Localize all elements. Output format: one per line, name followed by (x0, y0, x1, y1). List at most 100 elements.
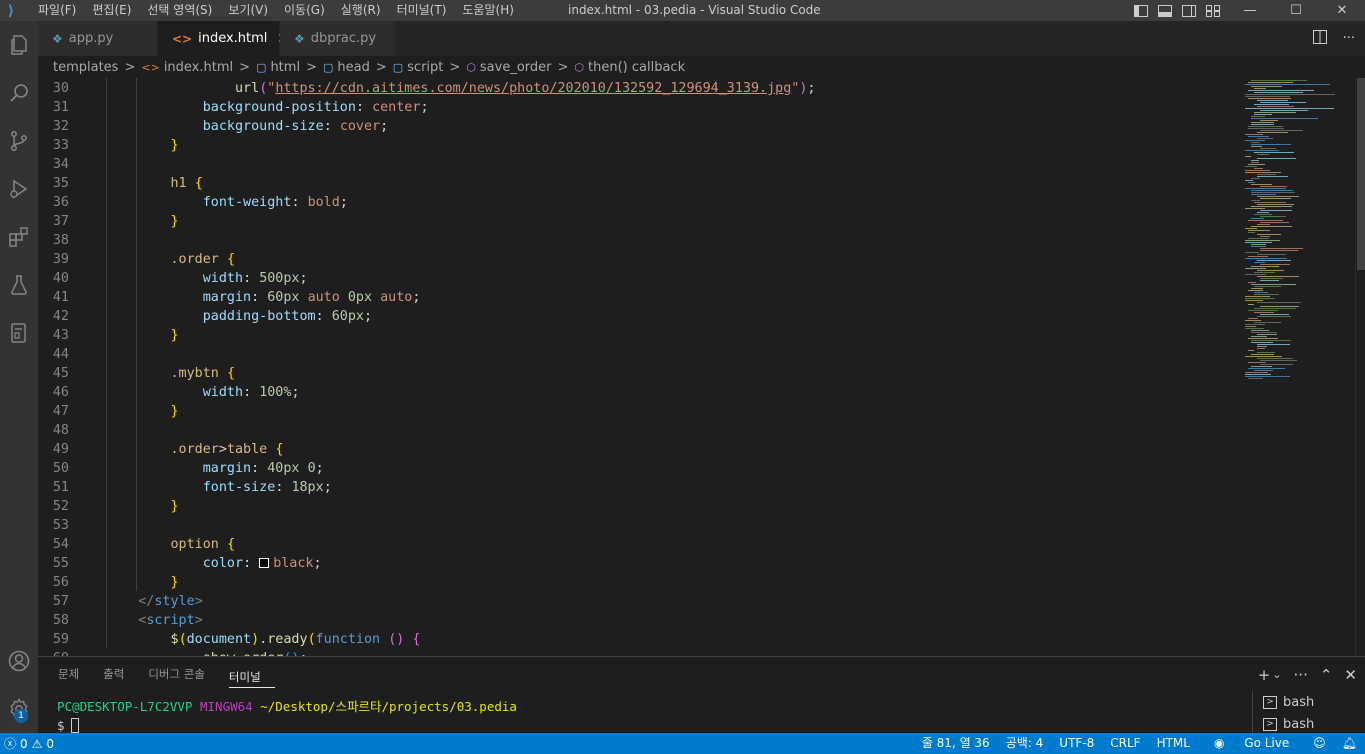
maximize-button[interactable]: ☐ (1273, 0, 1319, 21)
code-line[interactable]: 36 font-weight: bold; (38, 193, 1238, 212)
minimap-line (1245, 252, 1259, 253)
minimap[interactable] (1243, 78, 1355, 656)
code-line[interactable]: 57 </style> (38, 592, 1238, 611)
code-line[interactable]: 60 show_order(); (38, 649, 1238, 656)
menu-file[interactable]: 파일(F) (30, 0, 84, 21)
tab-index-html[interactable]: <> index.html ✕ (158, 21, 289, 56)
minimap-line (1248, 368, 1285, 369)
code-line[interactable]: 45 .mybtn { (38, 364, 1238, 383)
minimap-line (1260, 250, 1298, 251)
maximize-panel-icon[interactable]: ⌃ (1320, 666, 1333, 684)
code-line[interactable]: 58 <script> (38, 611, 1238, 630)
tab-problems[interactable]: 문제 (58, 657, 93, 692)
code-line[interactable]: 52 } (38, 497, 1238, 516)
code-line[interactable]: 39 .order { (38, 250, 1238, 269)
terminal-instance[interactable]: > bash (1253, 713, 1365, 735)
remote-explorer-icon[interactable] (0, 313, 38, 353)
code-text: option { (106, 535, 236, 554)
menu-view[interactable]: 보기(V) (220, 0, 276, 21)
notifications-bell-icon[interactable]: 🔔︎ (1334, 733, 1365, 754)
toggle-panel-icon[interactable] (1156, 4, 1174, 18)
code-line[interactable]: 34 (38, 155, 1238, 174)
code-line[interactable]: 37 } (38, 212, 1238, 231)
breadcrumb-save-order[interactable]: ⬡ save_order (466, 60, 551, 75)
close-panel-icon[interactable]: ✕ (1344, 666, 1357, 684)
breadcrumb-templates[interactable]: templates (53, 60, 118, 75)
customize-layout-icon[interactable] (1204, 4, 1222, 18)
editor-scrollbar[interactable] (1357, 78, 1365, 270)
code-text: </style> (106, 592, 203, 611)
tab-debug-console[interactable]: 디버그 콘솔 (148, 657, 219, 692)
more-actions-icon[interactable]: ··· (1343, 31, 1355, 46)
code-line[interactable]: 51 font-size: 18px; (38, 478, 1238, 497)
code-editor[interactable]: 30 url("https://cdn.aitimes.com/news/pho… (38, 78, 1365, 656)
code-line[interactable]: 55 color: black; (38, 554, 1238, 573)
menu-edit[interactable]: 편집(E) (84, 0, 139, 21)
code-line[interactable]: 43 } (38, 326, 1238, 345)
explorer-icon[interactable] (0, 25, 38, 65)
tab-dbprac-py[interactable]: ❖ dbprac.py (280, 21, 396, 56)
problems-indicator[interactable]: ⓧ 0 ⚠ 0 (0, 735, 54, 752)
breadcrumb-then-callback[interactable]: ⬡ then() callback (574, 60, 685, 75)
code-line[interactable]: 38 (38, 231, 1238, 250)
code-line[interactable]: 42 padding-bottom: 60px; (38, 307, 1238, 326)
search-icon[interactable] (0, 73, 38, 113)
code-line[interactable]: 31 background-position: center; (38, 98, 1238, 117)
feedback-icon[interactable]: ☺ (1305, 733, 1334, 754)
code-line[interactable]: 49 .order>table { (38, 440, 1238, 459)
code-line[interactable]: 59 $(document).ready(function () { (38, 630, 1238, 649)
code-line[interactable]: 32 background-size: cover; (38, 117, 1238, 136)
menu-go[interactable]: 이동(G) (276, 0, 333, 21)
code-line[interactable]: 41 margin: 60px auto 0px auto; (38, 288, 1238, 307)
terminal-dropdown-icon[interactable]: ⌄ (1272, 668, 1281, 681)
menu-terminal[interactable]: 터미널(T) (389, 0, 455, 21)
code-line[interactable]: 40 width: 500px; (38, 269, 1238, 288)
toggle-secondary-sidebar-icon[interactable] (1180, 4, 1198, 18)
minimap-line (1257, 138, 1273, 139)
extensions-icon[interactable] (0, 217, 38, 257)
menu-help[interactable]: 도움말(H) (454, 0, 522, 21)
code-line[interactable]: 53 (38, 516, 1238, 535)
indentation[interactable]: 공백: 4 (998, 733, 1052, 754)
split-editor-icon[interactable] (1312, 29, 1327, 48)
breadcrumb-script[interactable]: ▢ script (393, 60, 444, 75)
code-line[interactable]: 35 h1 { (38, 174, 1238, 193)
new-terminal-icon[interactable]: + (1258, 666, 1271, 684)
breadcrumb-html[interactable]: ▢ html (256, 60, 300, 75)
encoding[interactable]: UTF-8 (1051, 733, 1102, 754)
testing-icon[interactable] (0, 265, 38, 305)
breadcrumb-head[interactable]: ▢ head (323, 60, 370, 75)
close-window-button[interactable]: ✕ (1319, 0, 1365, 21)
code-line[interactable]: 48 (38, 421, 1238, 440)
terminal-output[interactable]: PC@DESKTOP-L7C2VVP MINGW64 ~/Desktop/스파르… (57, 697, 517, 735)
tab-app-py[interactable]: ❖ app.py (38, 21, 158, 56)
code-line[interactable]: 54 option { (38, 535, 1238, 554)
toggle-sidebar-icon[interactable] (1132, 4, 1150, 18)
end-of-line[interactable]: CRLF (1102, 733, 1148, 754)
minimize-button[interactable]: — (1227, 0, 1273, 21)
language-mode[interactable]: HTML (1149, 733, 1198, 754)
breadcrumb-index-html[interactable]: <> index.html (141, 60, 233, 75)
code-line[interactable]: 56 } (38, 573, 1238, 592)
code-line[interactable]: 47 } (38, 402, 1238, 421)
line-number: 55 (52, 556, 69, 571)
code-line[interactable]: 50 margin: 40px 0; (38, 459, 1238, 478)
account-icon[interactable] (0, 641, 38, 681)
more-icon[interactable]: ··· (1294, 666, 1308, 684)
code-line[interactable]: 30 url("https://cdn.aitimes.com/news/pho… (38, 79, 1238, 98)
source-control-icon[interactable] (0, 121, 38, 161)
terminal-instance[interactable]: > bash (1253, 691, 1365, 713)
color-swatch-icon[interactable] (259, 558, 270, 568)
cursor-position[interactable]: 줄 81, 열 36 (914, 733, 998, 754)
menu-selection[interactable]: 선택 영역(S) (139, 0, 220, 21)
code-line[interactable]: 44 (38, 345, 1238, 364)
code-line[interactable]: 33 } (38, 136, 1238, 155)
go-live-button[interactable]: ◉ Go Live (1198, 733, 1305, 754)
tab-terminal[interactable]: 터미널 (228, 661, 275, 688)
menu-run[interactable]: 실행(R) (333, 0, 389, 21)
tab-output[interactable]: 출력 (103, 657, 138, 692)
run-debug-icon[interactable] (0, 169, 38, 209)
panel-tabs: 문제 출력 디버그 콘솔 터미널 (38, 657, 285, 692)
code-line[interactable]: 46 width: 100%; (38, 383, 1238, 402)
